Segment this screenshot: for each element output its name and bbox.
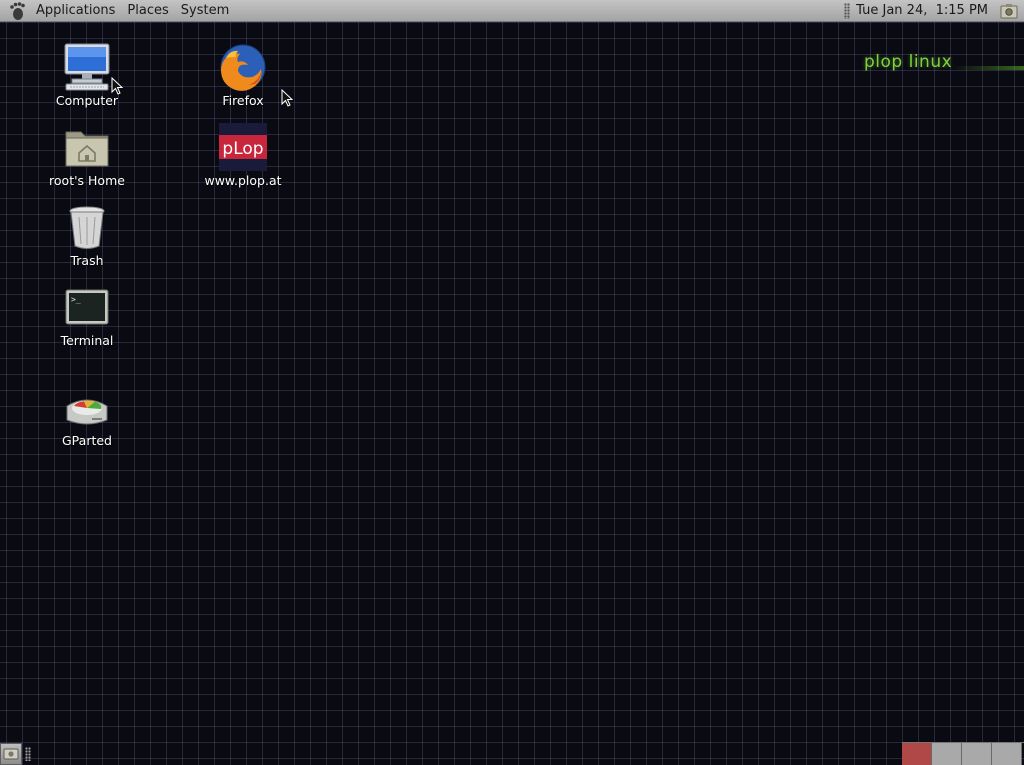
menu-applications[interactable]: Applications xyxy=(30,0,121,22)
desktop-icon-terminal[interactable]: >_ Terminal xyxy=(37,282,137,348)
desktop-icon-label: Terminal xyxy=(60,333,114,348)
show-desktop-icon xyxy=(3,748,19,760)
desktop-icon-label: Computer xyxy=(55,93,119,108)
desktop-icon-plop[interactable]: pLop www.plop.at xyxy=(193,122,293,188)
desktop-icon-computer[interactable]: Computer xyxy=(37,42,137,108)
menu-places[interactable]: Places xyxy=(121,0,174,22)
menu-system[interactable]: System xyxy=(175,0,235,22)
top-panel: Applications Places System Tue Jan 24, 1… xyxy=(0,0,1024,22)
desktop-icon-gparted[interactable]: GParted xyxy=(37,382,137,448)
plop-linux-brand: plop linux xyxy=(864,52,1024,76)
desktop-icon-label: root's Home xyxy=(49,173,125,188)
firefox-icon xyxy=(220,44,266,91)
clock[interactable]: Tue Jan 24, 1:15 PM xyxy=(856,3,1000,18)
gparted-icon xyxy=(66,399,108,425)
desktop-icon-label: GParted xyxy=(62,433,112,448)
gnome-foot-icon[interactable] xyxy=(8,1,28,21)
workspace-1[interactable] xyxy=(902,743,932,765)
workspace-switcher xyxy=(902,742,1024,765)
brand-text: plop linux xyxy=(864,52,953,72)
mouse-cursor-icon xyxy=(281,89,293,107)
panel-grip[interactable] xyxy=(844,2,851,19)
home-folder-icon xyxy=(65,131,109,167)
computer-icon xyxy=(64,43,110,91)
workspace-3[interactable] xyxy=(962,743,992,765)
desktop-icon-home[interactable]: root's Home xyxy=(37,122,137,188)
plop-logo-text: pLop xyxy=(222,139,263,159)
mouse-cursor-icon xyxy=(111,77,123,95)
desktop-icon-label: Trash xyxy=(70,253,104,268)
terminal-icon: >_ xyxy=(65,289,109,325)
desktop-icon-label: www.plop.at xyxy=(204,173,282,188)
bottom-panel-grip[interactable] xyxy=(25,747,31,761)
workspace-4[interactable] xyxy=(992,743,1022,765)
screenshot-tray-icon[interactable] xyxy=(1000,3,1018,19)
svg-text:>_: >_ xyxy=(71,295,81,304)
workspace-2[interactable] xyxy=(932,743,962,765)
show-desktop-button[interactable] xyxy=(0,743,22,765)
plop-icon: pLop xyxy=(219,123,267,171)
trash-icon xyxy=(69,206,105,249)
desktop-icon-firefox[interactable]: Firefox xyxy=(193,42,293,108)
desktop-icon-label: Firefox xyxy=(222,93,264,108)
desktop-icon-trash[interactable]: Trash xyxy=(37,202,137,268)
